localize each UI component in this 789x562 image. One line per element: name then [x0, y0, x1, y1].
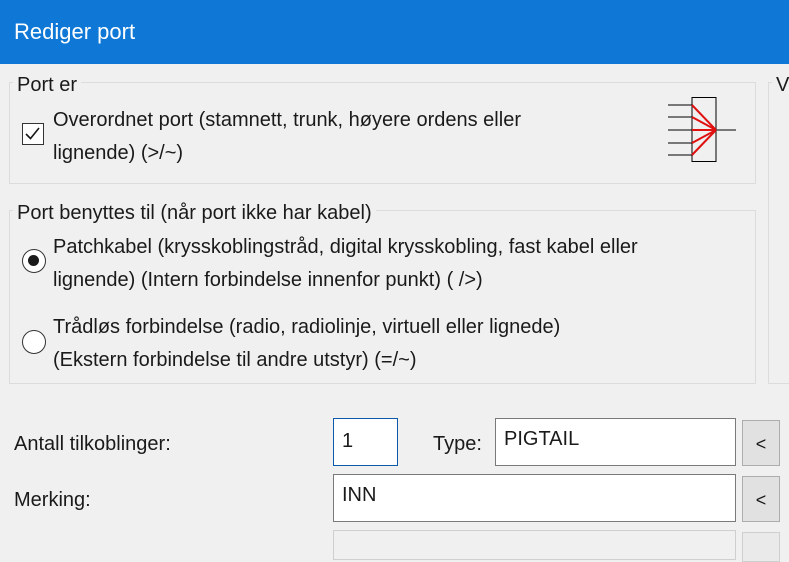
- type-input[interactable]: PIGTAIL: [495, 418, 736, 466]
- port-is-legend: Port er: [13, 73, 82, 97]
- patch-cable-radio[interactable]: [22, 249, 46, 273]
- type-select-button[interactable]: <: [742, 420, 780, 466]
- wireless-radio[interactable]: [22, 330, 46, 354]
- parent-port-checkbox[interactable]: [22, 123, 44, 145]
- next-row-button-partial[interactable]: [742, 532, 780, 562]
- patch-cable-label-line2[interactable]: lignende) (Intern forbindelse innenfor p…: [53, 263, 483, 297]
- port-multiplex-icon: [668, 97, 736, 162]
- connections-input[interactable]: 1: [333, 418, 398, 466]
- parent-port-label-line1[interactable]: Overordnet port (stamnett, trunk, høyere…: [53, 103, 521, 137]
- window-titlebar: Rediger port: [0, 0, 789, 64]
- marking-select-button[interactable]: <: [742, 476, 780, 522]
- port-used-for-legend: Port benyttes til (når port ikke har kab…: [13, 201, 376, 225]
- checkmark-icon: [25, 127, 40, 140]
- right-group-legend: V: [772, 73, 789, 97]
- parent-port-label-line2[interactable]: lignende) (>/~): [53, 136, 183, 170]
- patch-cable-label-line1[interactable]: Patchkabel (krysskoblingstråd, digital k…: [53, 230, 638, 264]
- window-title: Rediger port: [14, 19, 136, 44]
- radio-selected-dot: [28, 255, 39, 266]
- marking-label: Merking:: [14, 489, 91, 511]
- type-label: Type:: [433, 433, 482, 455]
- wireless-label-line2[interactable]: (Ekstern forbindelse til andre utstyr) (…: [53, 343, 416, 377]
- marking-input[interactable]: INN: [333, 474, 736, 522]
- connections-label: Antall tilkoblinger:: [14, 433, 171, 455]
- next-row-input-partial[interactable]: [333, 530, 736, 560]
- wireless-label-line1[interactable]: Trådløs forbindelse (radio, radiolinje, …: [53, 310, 560, 344]
- right-group: [768, 82, 789, 384]
